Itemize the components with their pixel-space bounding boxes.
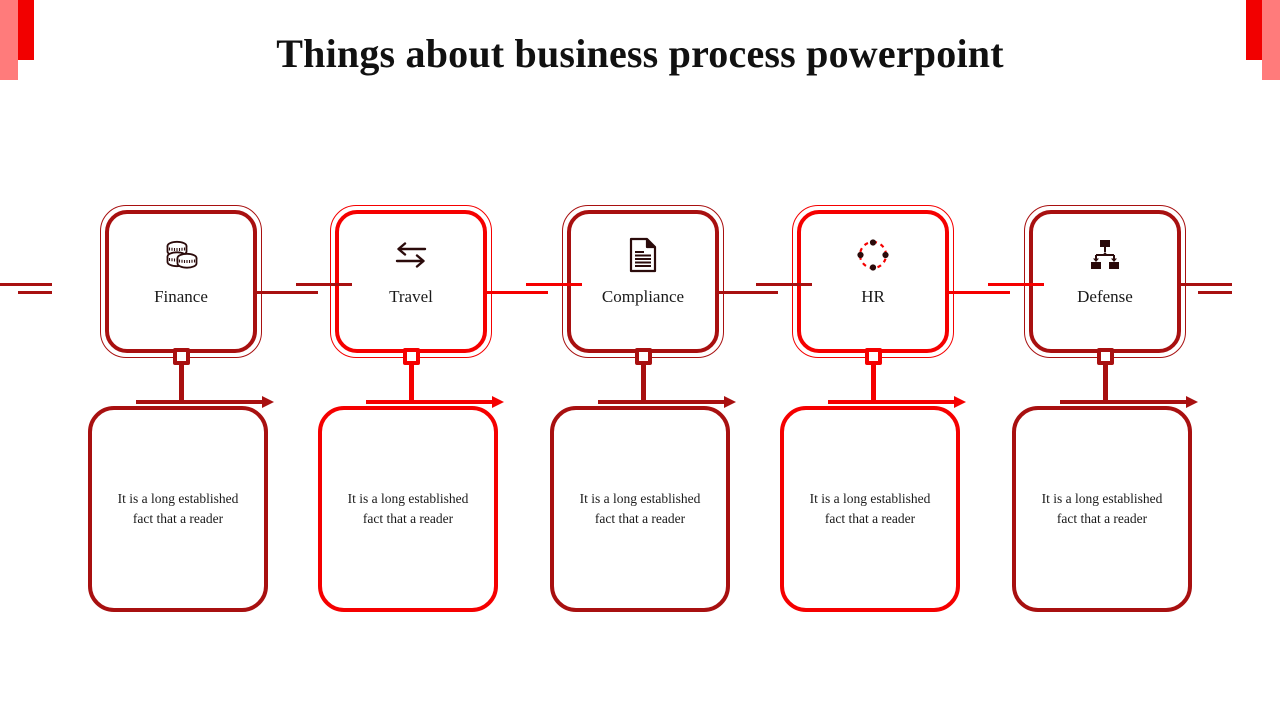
rail-segment-bottom — [948, 291, 1010, 294]
connector-node-2 — [635, 348, 652, 365]
icon-card-4[interactable]: Defense — [1029, 210, 1181, 353]
exchange-arrows-icon — [392, 236, 430, 274]
process-diagram: Finance It is a long established fact tha… — [0, 198, 1232, 628]
cycle-nodes-icon — [854, 236, 892, 274]
arrow-head-icon — [954, 396, 966, 408]
description-text: It is a long established fact that a rea… — [579, 491, 701, 526]
icon-card-1[interactable]: Travel — [335, 210, 487, 353]
arrow-shaft — [1060, 400, 1186, 404]
page-title: Things about business process powerpoint — [276, 31, 1004, 76]
hierarchy-icon — [1086, 236, 1124, 274]
slide-canvas: Things about business process powerpoint… — [0, 0, 1280, 720]
step-label: Defense — [1077, 287, 1133, 306]
arrow-head-icon — [1186, 396, 1198, 408]
description-box-1[interactable]: It is a long established fact that a rea… — [318, 406, 498, 612]
process-step-finance[interactable]: Finance It is a long established fact tha… — [88, 198, 274, 628]
connector-arrow-1 — [366, 396, 504, 408]
description-text: It is a long established fact that a rea… — [809, 491, 931, 526]
process-step-hr[interactable]: HR It is a long established fact that a r… — [780, 198, 966, 628]
rail-segment-bottom — [256, 291, 318, 294]
rail-segment-top — [0, 283, 52, 286]
arrow-shaft — [598, 400, 724, 404]
step-label: HR — [861, 287, 885, 306]
arrow-head-icon — [262, 396, 274, 408]
rail-segment-top — [756, 283, 812, 286]
rail-segment-top — [1180, 283, 1232, 286]
rail-segment-bottom — [18, 291, 52, 294]
step-label: Travel — [389, 287, 433, 306]
icon-card-2[interactable]: Compliance — [567, 210, 719, 353]
description-box-0[interactable]: It is a long established fact that a rea… — [88, 406, 268, 612]
rail-connector-0 — [0, 283, 70, 295]
icon-card-0[interactable]: Finance — [105, 210, 257, 353]
arrow-head-icon — [492, 396, 504, 408]
step-label: Compliance — [601, 287, 685, 306]
arrow-head-icon — [724, 396, 736, 408]
rail-segment-top — [296, 283, 352, 286]
arrow-shaft — [136, 400, 262, 404]
connector-node-3 — [865, 348, 882, 365]
description-text: It is a long established fact that a rea… — [1041, 491, 1163, 526]
rail-segment-top — [988, 283, 1044, 286]
description-text: It is a long established fact that a rea… — [347, 491, 469, 526]
process-step-travel[interactable]: Travel It is a long established fact that… — [318, 198, 504, 628]
description-box-2[interactable]: It is a long established fact that a rea… — [550, 406, 730, 612]
process-step-compliance[interactable]: Compliance It is a long established fact … — [550, 198, 736, 628]
process-step-defense[interactable]: Defense It is a long established fact tha… — [1012, 198, 1198, 628]
connector-arrow-0 — [136, 396, 274, 408]
arrow-shaft — [828, 400, 954, 404]
step-label: Finance — [154, 287, 208, 306]
rail-segment-top — [526, 283, 582, 286]
coins-icon — [162, 236, 200, 274]
connector-node-4 — [1097, 348, 1114, 365]
description-text: It is a long established fact that a rea… — [117, 491, 239, 526]
arrow-shaft — [366, 400, 492, 404]
description-box-3[interactable]: It is a long established fact that a rea… — [780, 406, 960, 612]
document-icon — [624, 236, 662, 274]
rail-connector-3 — [716, 283, 812, 295]
rail-connector-1 — [256, 283, 352, 295]
rail-connector-4 — [948, 283, 1044, 295]
connector-arrow-3 — [828, 396, 966, 408]
icon-card-3[interactable]: HR — [797, 210, 949, 353]
connector-node-0 — [173, 348, 190, 365]
rail-segment-bottom — [1198, 291, 1232, 294]
description-box-4[interactable]: It is a long established fact that a rea… — [1012, 406, 1192, 612]
connector-node-1 — [403, 348, 420, 365]
rail-connector-5 — [1180, 283, 1250, 295]
connector-arrow-4 — [1060, 396, 1198, 408]
rail-connector-2 — [486, 283, 582, 295]
rail-segment-bottom — [486, 291, 548, 294]
rail-segment-bottom — [716, 291, 778, 294]
connector-arrow-2 — [598, 396, 736, 408]
